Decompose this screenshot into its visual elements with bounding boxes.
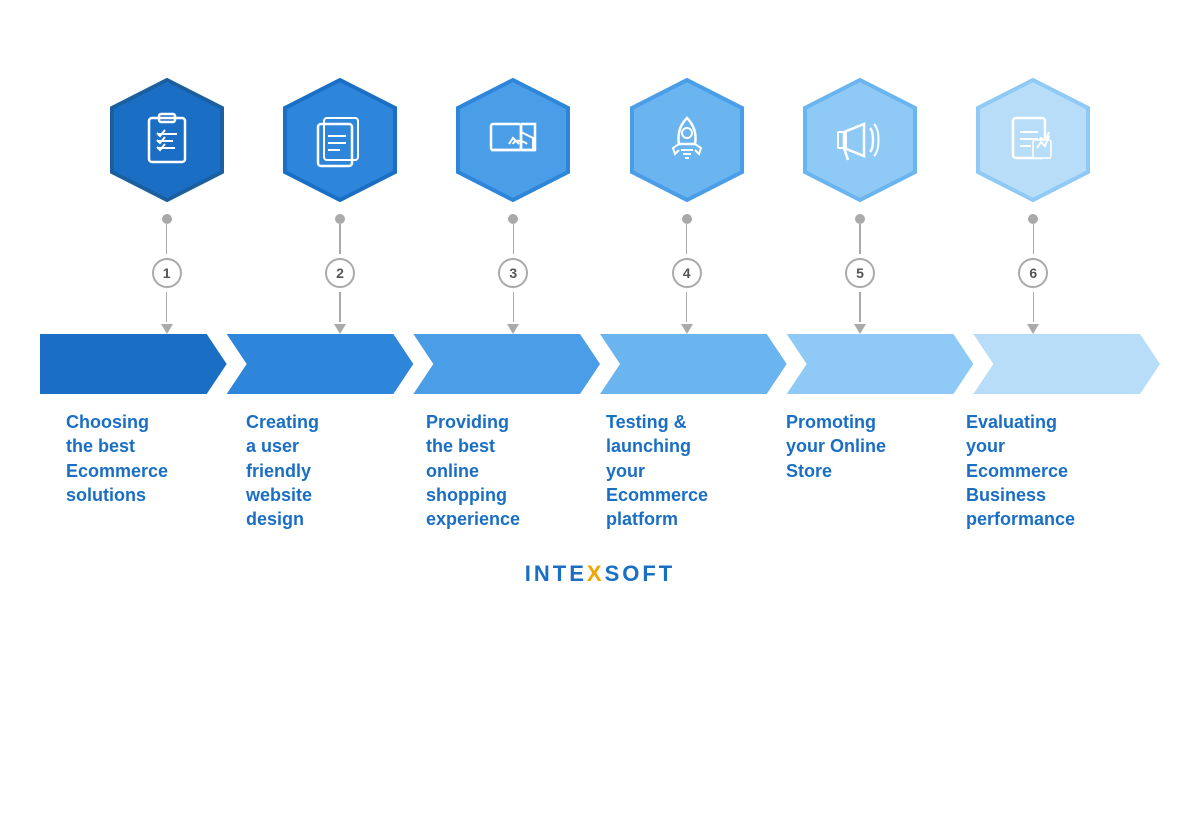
step-label-6: EvaluatingyourEcommerceBusinessperforman… — [960, 410, 1140, 531]
step-col-2: 2 — [253, 70, 426, 334]
connector-3: 3 — [498, 214, 528, 334]
ribbon-segment-6 — [973, 334, 1160, 394]
arrow-down-2 — [334, 324, 346, 334]
step-number-5: 5 — [845, 258, 875, 288]
arrow-down-3 — [507, 324, 519, 334]
step-label-4: Testing &launchingyourEcommerceplatform — [600, 410, 780, 531]
hexagon-4 — [617, 70, 757, 210]
step-icon-3 — [483, 110, 543, 170]
v-line-top-4 — [686, 224, 688, 254]
connector-2: 2 — [325, 214, 355, 334]
arrow-down-6 — [1027, 324, 1039, 334]
v-line-bottom-1 — [166, 292, 168, 322]
connector-dot-6 — [1028, 214, 1038, 224]
step-icon-4 — [657, 110, 717, 170]
v-line-top-3 — [513, 224, 515, 254]
step-number-2: 2 — [325, 258, 355, 288]
labels-row: Choosingthe bestEcommercesolutionsCreati… — [40, 410, 1160, 531]
step-col-1: 1 — [80, 70, 253, 334]
step-col-6: 6 — [947, 70, 1120, 334]
v-line-top-5 — [859, 224, 861, 254]
brand-x: X — [587, 561, 605, 586]
step-icon-1 — [137, 110, 197, 170]
step-label-2: Creatinga userfriendlywebsitedesign — [240, 410, 420, 531]
hexagon-3 — [443, 70, 583, 210]
ribbon-segment-2 — [227, 334, 414, 394]
step-icon-2 — [310, 110, 370, 170]
v-line-top-2 — [339, 224, 341, 254]
step-number-1: 1 — [152, 258, 182, 288]
steps-container: 1 2 3 4 5 — [0, 70, 1200, 531]
v-line-bottom-5 — [859, 292, 861, 322]
arrow-down-1 — [161, 324, 173, 334]
step-label-5: Promotingyour OnlineStore — [780, 410, 960, 531]
hexagon-6 — [963, 70, 1103, 210]
hexagon-1 — [97, 70, 237, 210]
ribbon-segment-3 — [413, 334, 600, 394]
v-line-bottom-4 — [686, 292, 688, 322]
v-line-bottom-3 — [513, 292, 515, 322]
v-line-bottom-6 — [1033, 292, 1035, 322]
connector-1: 1 — [152, 214, 182, 334]
hexagon-5 — [790, 70, 930, 210]
connector-dot-4 — [682, 214, 692, 224]
hexagon-2 — [270, 70, 410, 210]
ribbon-segment-4 — [600, 334, 787, 394]
connector-dot-3 — [508, 214, 518, 224]
v-line-top-6 — [1033, 224, 1035, 254]
connector-5: 5 — [845, 214, 875, 334]
connector-dot-1 — [162, 214, 172, 224]
arrow-down-5 — [854, 324, 866, 334]
step-icon-6 — [1003, 110, 1063, 170]
step-label-3: Providingthe bestonlineshoppingexperienc… — [420, 410, 600, 531]
connector-4: 4 — [672, 214, 702, 334]
brand-logo: INTEXSOFT — [525, 561, 675, 587]
step-label-1: Choosingthe bestEcommercesolutions — [60, 410, 240, 531]
arrow-down-4 — [681, 324, 693, 334]
v-line-top-1 — [166, 224, 168, 254]
step-col-4: 4 — [600, 70, 773, 334]
connector-6: 6 — [1018, 214, 1048, 334]
v-line-bottom-2 — [339, 292, 341, 322]
ribbon-segment-1 — [40, 334, 227, 394]
step-col-5: 5 — [773, 70, 946, 334]
step-number-6: 6 — [1018, 258, 1048, 288]
icons-row: 1 2 3 4 5 — [40, 70, 1160, 334]
connector-dot-5 — [855, 214, 865, 224]
step-col-3: 3 — [427, 70, 600, 334]
step-number-4: 4 — [672, 258, 702, 288]
step-icon-5 — [830, 110, 890, 170]
ribbon-segment-5 — [787, 334, 974, 394]
connector-dot-2 — [335, 214, 345, 224]
step-number-3: 3 — [498, 258, 528, 288]
arrow-ribbon — [40, 334, 1160, 394]
